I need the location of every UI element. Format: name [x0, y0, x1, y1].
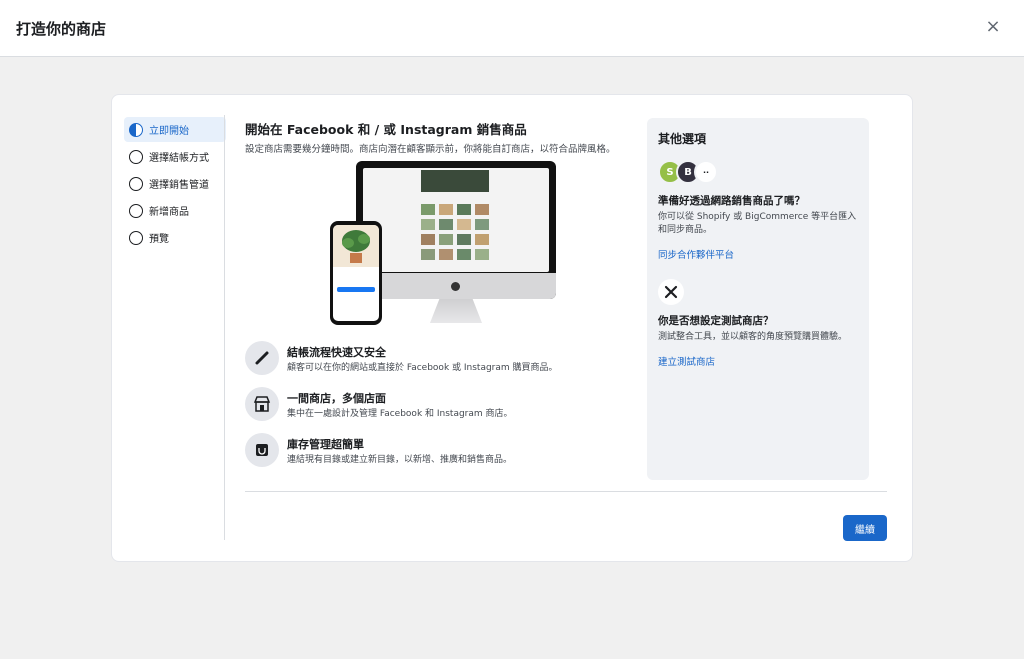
step-label: 選擇結帳方式 [149, 153, 209, 164]
circle-icon [129, 176, 143, 191]
feature-list: 結帳流程快速又安全 顧客可以在你的網站或直接於 Facebook 或 Insta… [245, 341, 640, 479]
plant-image [333, 225, 379, 267]
phone-illustration [330, 221, 382, 325]
step-label: 立即開始 [149, 126, 189, 137]
phone-buy-button [337, 287, 375, 292]
shop-banner [421, 170, 489, 192]
main-subtitle: 設定商店需要幾分鐘時間。商店向潛在顧客顯示前，你將能自訂商店，以符合品牌風格。 [245, 144, 616, 155]
circle-icon [129, 149, 143, 164]
inventory-icon [245, 433, 279, 467]
desktop-illustration [356, 161, 556, 299]
circle-icon [129, 203, 143, 218]
feature-desc: 連結現有目錄或建立新目錄，以新增、推廣和銷售商品。 [287, 455, 513, 465]
feature-inventory: 庫存管理超簡單 連結現有目錄或建立新目錄，以新增、推廣和銷售商品。 [245, 433, 640, 479]
feature-title: 一間商店，多個店面 [287, 392, 386, 405]
step-label: 預覽 [149, 234, 169, 245]
step-checkout[interactable]: 選擇結帳方式 [124, 144, 226, 169]
setup-card: 立即開始 選擇結帳方式 選擇銷售管道 新增商品 預覽 開始在 Facebook … [111, 94, 913, 562]
step-add-products[interactable]: 新增商品 [124, 198, 226, 223]
feature-desc: 顧客可以在你的網站或直接於 Facebook 或 Instagram 購買商品。 [287, 363, 558, 373]
more-icon: ·· [694, 160, 718, 184]
close-icon[interactable]: × [983, 17, 1003, 37]
test-shop-title: 你是否想設定測試商店？ [658, 315, 774, 327]
storefront-icon [245, 387, 279, 421]
partner-logos: S B ·· [658, 159, 858, 185]
step-list: 立即開始 選擇結帳方式 選擇銷售管道 新增商品 預覽 [124, 117, 226, 252]
partner-desc: 你可以從 Shopify 或 BigCommerce 等平台匯入和同步商品。 [658, 212, 857, 235]
half-circle-icon [129, 122, 143, 137]
other-options-panel: 其他選項 S B ·· 準備好透過網路銷售商品了嗎？ 你可以從 Shopify … [647, 118, 869, 480]
feature-storefronts: 一間商店，多個店面 集中在一處設計及管理 Facebook 和 Instagra… [245, 387, 640, 433]
circle-icon [129, 230, 143, 245]
horizontal-divider [245, 491, 887, 492]
side-title: 其他選項 [658, 132, 707, 146]
apple-logo-icon [451, 282, 460, 291]
sync-partner-link[interactable]: 同步合作夥伴平台 [658, 247, 734, 261]
feature-checkout: 結帳流程快速又安全 顧客可以在你的網站或直接於 Facebook 或 Insta… [245, 341, 640, 387]
step-preview[interactable]: 預覽 [124, 225, 226, 250]
tools-icon [658, 279, 684, 305]
card-icon [245, 341, 279, 375]
continue-button[interactable]: 繼續 [843, 515, 887, 541]
create-test-shop-link[interactable]: 建立測試商店 [658, 354, 715, 368]
test-shop-desc: 測試整合工具，並以顧客的角度預覽購買體驗。 [658, 332, 848, 342]
monitor-stand [430, 299, 482, 323]
main-content: 開始在 Facebook 和 / 或 Instagram 銷售商品 設定商店需要… [245, 119, 640, 467]
feature-desc: 集中在一處設計及管理 Facebook 和 Instagram 商店。 [287, 409, 513, 419]
step-get-started[interactable]: 立即開始 [124, 117, 226, 142]
page-title: 打造你的商店 [16, 20, 107, 38]
step-label: 選擇銷售管道 [149, 180, 209, 191]
vertical-divider [224, 115, 225, 540]
partner-title: 準備好透過網路銷售商品了嗎？ [658, 195, 805, 207]
desktop-screen [363, 168, 549, 272]
feature-title: 結帳流程快速又安全 [287, 346, 386, 359]
feature-title: 庫存管理超簡單 [287, 438, 364, 451]
main-title: 開始在 Facebook 和 / 或 Instagram 銷售商品 [245, 122, 527, 137]
step-label: 新增商品 [149, 207, 189, 218]
hero-illustration [330, 161, 556, 331]
step-sales-channel[interactable]: 選擇銷售管道 [124, 171, 226, 196]
top-bar: 打造你的商店 × [0, 0, 1024, 57]
phone-screen [333, 225, 379, 321]
